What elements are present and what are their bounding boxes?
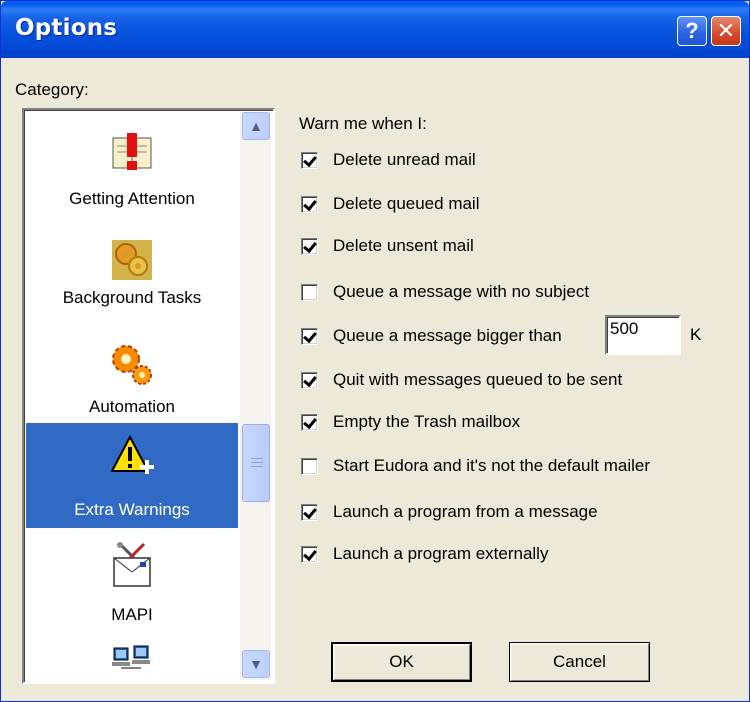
warning-checkbox[interactable] [301,327,318,345]
warning-option-label: Delete unsent mail [333,236,474,255]
category-item-label: Automation [89,397,175,416]
help-icon: ? [685,18,699,43]
warning-option[interactable]: Delete unsent mail [301,236,474,256]
scroll-thumb[interactable] [242,424,270,502]
warning-checkbox[interactable] [301,283,318,301]
warning-option-label: Launch a program from a message [333,502,598,521]
category-item-getting-attention[interactable]: Getting Attention [26,110,238,228]
category-item-label: Getting Attention [69,189,195,208]
scroll-up-button[interactable]: ▲ [242,112,270,140]
category-item-background-tasks[interactable]: Background Tasks [26,228,238,333]
warning-option[interactable]: Delete queued mail [301,194,479,214]
warning-option-label: Quit with messages queued to be sent [333,370,623,389]
warning-checkbox[interactable] [301,503,318,521]
warning-checkbox[interactable] [301,195,318,213]
window-title: Options [15,15,118,41]
warning-option[interactable]: Quit with messages queued to be sent [301,370,622,390]
category-item-mapi[interactable]: MAPI [26,528,238,638]
ok-button[interactable]: OK [331,642,472,682]
warning-checkbox[interactable] [301,457,318,475]
warning-checkbox[interactable] [301,237,318,255]
warning-option[interactable]: Start Eudora and it's not the default ma… [301,456,650,476]
network-icon [112,645,150,669]
warning-checkbox[interactable] [301,151,318,169]
automation-icon [112,345,152,385]
warning-option-label: Delete queued mail [333,194,480,213]
warning-option[interactable]: Queue a message bigger than [301,326,562,346]
warning-option[interactable]: Launch a program from a message [301,502,598,522]
category-label: Category: [15,80,89,99]
category-item-label: Background Tasks [62,288,202,307]
mapi-icon [113,542,151,587]
warning-checkbox[interactable] [301,371,318,389]
close-button[interactable]: ✕ [711,16,741,46]
size-unit-label: K [690,325,702,344]
warning-checkbox[interactable] [301,413,318,431]
category-item-network[interactable] [26,638,238,682]
help-button[interactable]: ? [677,16,707,46]
warning-option-label: Start Eudora and it's not the default ma… [333,456,650,475]
warning-option-label: Queue a message with no subject [333,282,590,301]
grip-line [251,466,263,467]
category-item-label: MAPI [111,605,153,624]
category-item-extra-warnings[interactable]: Extra Warnings [26,423,238,528]
warning-option-label: Empty the Trash mailbox [333,412,521,431]
warning-option-label: Launch a program externally [333,544,549,563]
extra-warnings-icon [110,435,154,474]
grip-line [251,462,263,463]
category-item-automation[interactable]: Automation [26,333,238,423]
warning-option[interactable]: Delete unread mail [301,150,476,170]
category-scrollbar[interactable]: ▲ ▼ [240,112,271,680]
getting-attention-icon [112,133,152,170]
options-dialog: Options ? ✕ Category: Getting Attention [0,0,750,702]
warning-option[interactable]: Launch a program externally [301,544,548,564]
background-tasks-icon [112,240,152,280]
warning-checkbox[interactable] [301,545,318,563]
warning-option[interactable]: Empty the Trash mailbox [301,412,520,432]
grip-line [251,458,263,459]
message-size-input[interactable]: 500 [605,315,681,355]
title-bar[interactable]: Options ? ✕ [1,1,749,58]
warnings-heading: Warn me when I: [299,114,427,133]
chevron-down-icon: ▼ [249,656,263,672]
warning-option-label: Delete unread mail [333,150,476,169]
warning-option[interactable]: Queue a message with no subject [301,282,589,302]
chevron-up-icon: ▲ [249,118,263,134]
warning-option-label: Queue a message bigger than [333,326,562,345]
category-list[interactable]: Getting Attention Background Tasks Autom… [22,108,275,684]
cancel-button[interactable]: Cancel [509,642,650,682]
category-item-label: Extra Warnings [74,500,190,519]
scroll-down-button[interactable]: ▼ [242,650,270,678]
close-icon: ✕ [716,18,736,43]
